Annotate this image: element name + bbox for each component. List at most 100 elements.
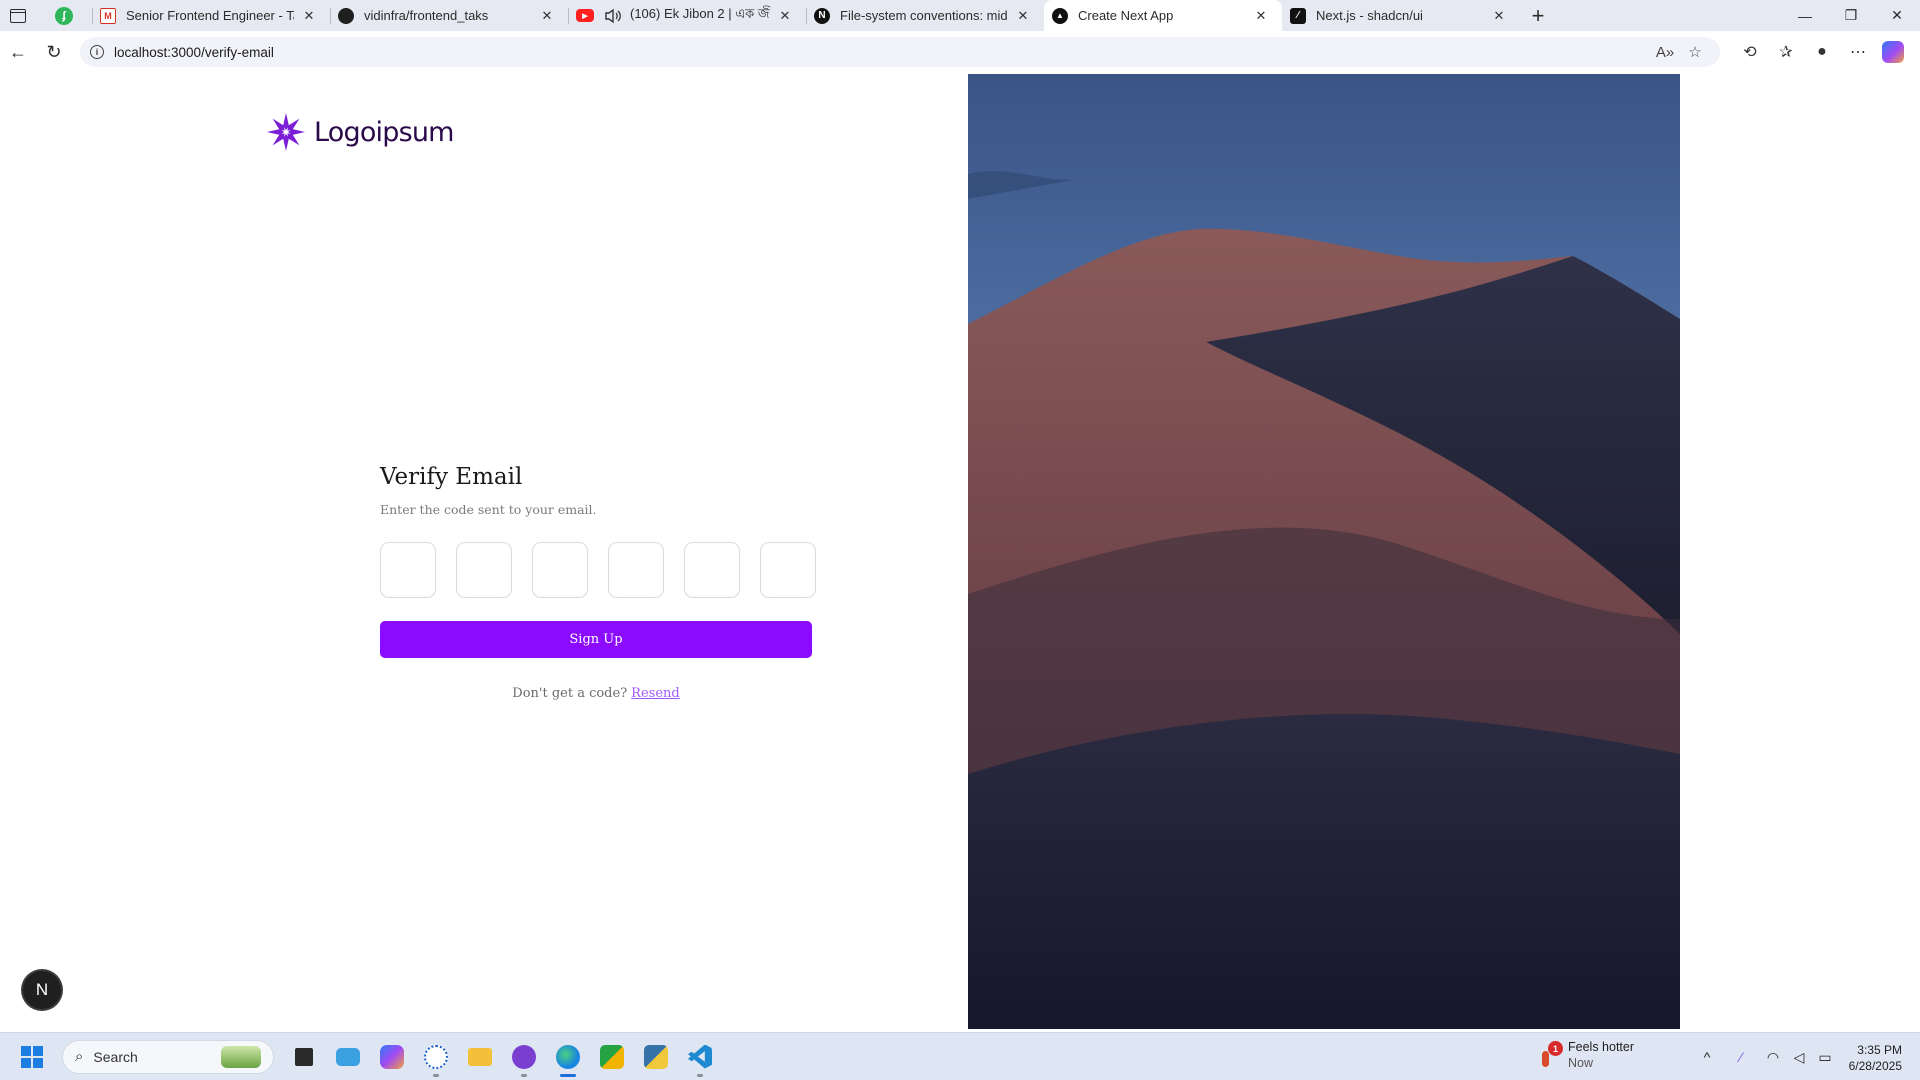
copilot-app-icon — [380, 1044, 404, 1069]
weather-title: Feels hotter — [1568, 1040, 1635, 1054]
clock-date: 6/28/2025 — [1848, 1059, 1902, 1073]
logo-mark-icon — [267, 113, 305, 151]
verify-email-form: Verify Email Enter the code sent to your… — [380, 464, 820, 701]
wifi-icon[interactable]: ◠ — [1760, 1044, 1786, 1070]
browser-tab[interactable]: vidinfra/frontend_taks ✕ — [330, 0, 568, 31]
weather-subtitle: Now — [1568, 1056, 1594, 1070]
video-call-icon — [600, 1044, 624, 1069]
otp-digit-6[interactable] — [760, 542, 816, 598]
thermometer-icon: 1 — [1540, 1041, 1563, 1069]
start-button[interactable] — [8, 1033, 56, 1080]
taskbar-search[interactable]: ⌕ Search — [62, 1039, 274, 1074]
otp-digit-5[interactable] — [684, 542, 740, 598]
more-menu-icon[interactable]: ⋯ — [1840, 36, 1876, 68]
browser-tab[interactable]: M Senior Frontend Engineer - Task - ✕ — [92, 0, 330, 31]
tab-title: vidinfra/frontend_taks — [364, 8, 489, 23]
weather-widget[interactable]: 1 Feels hotter Now — [1540, 1039, 1634, 1071]
otp-digit-3[interactable] — [532, 542, 588, 598]
system-tray: ^ ⁄ ◠ ◁ ▭ — [1694, 1033, 1838, 1080]
gmail-icon: M — [100, 7, 116, 24]
copilot-icon[interactable] — [1882, 41, 1904, 63]
read-aloud-icon[interactable]: A» — [1650, 39, 1680, 65]
pinned-tab[interactable]: ʄ — [36, 0, 92, 31]
restore-button[interactable]: ❐ — [1828, 0, 1874, 31]
close-tab-icon[interactable]: ✕ — [300, 7, 318, 25]
close-tab-icon[interactable]: ✕ — [776, 7, 794, 25]
pen-icon[interactable]: ⁄ — [1728, 1044, 1754, 1070]
minimize-button[interactable]: — — [1782, 0, 1828, 31]
close-window-button[interactable]: ✕ — [1874, 0, 1920, 31]
nextjs-dev-badge[interactable]: N — [23, 971, 61, 1009]
edge-icon — [556, 1044, 580, 1069]
desert-dunes-image — [968, 74, 1680, 1029]
sparkle-app-icon — [424, 1044, 448, 1069]
tab-title: File-system conventions: middlew — [840, 8, 1008, 23]
tab-title: Next.js - shadcn/ui — [1316, 8, 1423, 23]
taskbar-widgets[interactable] — [326, 1035, 370, 1079]
show-hidden-icons-chevron-icon[interactable]: ^ — [1694, 1044, 1720, 1070]
address-bar[interactable]: i localhost:3000/verify-email A» ☆ — [80, 37, 1720, 67]
taskbar-copilot[interactable] — [370, 1035, 414, 1079]
taskbar-vscode[interactable] — [678, 1035, 722, 1079]
browser-tab-strip: ʄ M Senior Frontend Engineer - Task - ✕ … — [0, 0, 1920, 31]
github-desktop-icon — [512, 1044, 536, 1069]
tab-title: Senior Frontend Engineer - Task - — [126, 8, 294, 23]
resend-prompt: Don't get a code? — [512, 686, 628, 701]
vercel-icon: ▲ — [1052, 7, 1068, 24]
back-button[interactable]: ← — [0, 36, 36, 68]
clock-time: 3:35 PM — [1857, 1043, 1902, 1057]
browser-tab-active[interactable]: ▲ Create Next App ✕ — [1044, 0, 1282, 31]
url-text[interactable]: localhost:3000/verify-email — [114, 45, 1650, 60]
tab-actions-button[interactable] — [0, 0, 36, 31]
browser-tab[interactable]: ⁄ Next.js - shadcn/ui ✕ — [1282, 0, 1520, 31]
taskbar-github-desktop[interactable] — [502, 1035, 546, 1079]
close-tab-icon[interactable]: ✕ — [1014, 7, 1032, 25]
otp-digit-1[interactable] — [380, 542, 436, 598]
site-info-icon[interactable]: i — [90, 45, 104, 59]
browser-tab[interactable]: ▶ (106) Ek Jibon 2 | এক জীবন ✕ — [568, 0, 806, 31]
logo-wordmark: Logoipsum — [314, 116, 454, 148]
windows-logo-icon — [21, 1045, 43, 1068]
close-tab-icon[interactable]: ✕ — [1252, 7, 1270, 25]
tab-title: (106) Ek Jibon 2 | এক জীবন — [630, 6, 770, 21]
favorites-icon[interactable]: ✰ — [1768, 36, 1804, 68]
tab-title: Create Next App — [1078, 8, 1174, 23]
taskbar-python[interactable] — [634, 1035, 678, 1079]
speaker-icon[interactable] — [604, 8, 622, 24]
hero-image — [968, 74, 1680, 1029]
close-tab-icon[interactable]: ✕ — [538, 7, 556, 25]
task-view-icon — [295, 1047, 313, 1066]
tab-actions-icon — [10, 8, 26, 23]
favorite-star-icon[interactable]: ☆ — [1680, 39, 1710, 65]
page-viewport: Logoipsum Verify Email Enter the code se… — [4, 74, 1920, 1029]
battery-icon[interactable]: ▭ — [1812, 1044, 1838, 1070]
taskbar-snipping-tool[interactable] — [414, 1035, 458, 1079]
reload-button[interactable]: ↻ — [36, 36, 72, 68]
auth-panel: Logoipsum Verify Email Enter the code se… — [4, 74, 968, 1029]
taskbar-meet[interactable] — [590, 1035, 634, 1079]
otp-digit-4[interactable] — [608, 542, 664, 598]
extensions-icon[interactable]: ⟲ — [1732, 36, 1768, 68]
new-tab-button[interactable]: + — [1520, 0, 1556, 31]
resend-row: Don't get a code? Resend — [380, 686, 812, 701]
weather-alert-badge: 1 — [1548, 1041, 1563, 1056]
taskbar-file-explorer[interactable] — [458, 1035, 502, 1079]
volume-icon[interactable]: ◁ — [1786, 1044, 1812, 1070]
page-title: Verify Email — [380, 464, 523, 490]
browser-tab[interactable]: N File-system conventions: middlew ✕ — [806, 0, 1044, 31]
folder-icon — [468, 1047, 492, 1066]
system-clock[interactable]: 3:35 PM 6/28/2025 — [1849, 1042, 1902, 1074]
profile-icon[interactable]: ● — [1804, 36, 1840, 68]
logo[interactable]: Logoipsum — [264, 112, 454, 152]
search-highlight-image — [221, 1045, 261, 1068]
python-icon — [644, 1044, 668, 1069]
taskbar-task-view[interactable] — [282, 1035, 326, 1079]
resend-link[interactable]: Resend — [631, 686, 680, 701]
close-tab-icon[interactable]: ✕ — [1490, 7, 1508, 25]
youtube-icon: ▶ — [576, 9, 594, 22]
taskbar-edge[interactable] — [546, 1035, 590, 1079]
page-subtitle: Enter the code sent to your email. — [380, 502, 597, 517]
otp-digit-2[interactable] — [456, 542, 512, 598]
sign-up-button[interactable]: Sign Up — [380, 621, 812, 658]
windows-taskbar: ⌕ Search 1 Feels hotter Now ^ ⁄ ◠ ◁ ▭ 3:… — [0, 1032, 1920, 1080]
